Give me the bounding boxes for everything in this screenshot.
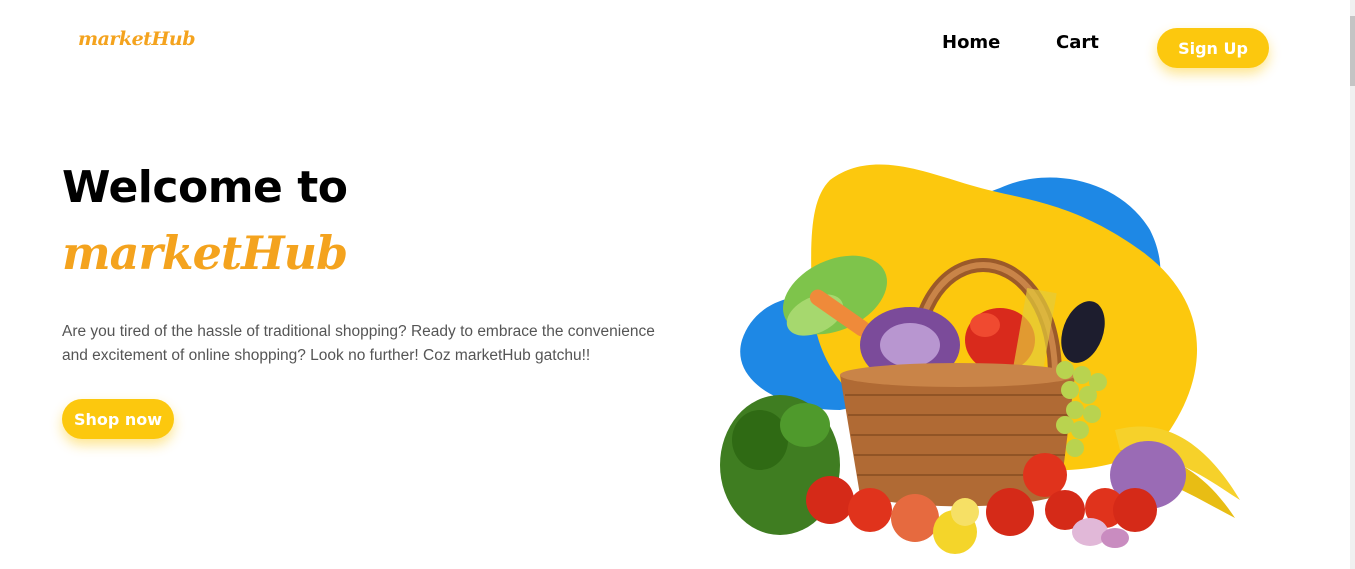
sign-up-button[interactable]: Sign Up	[1157, 28, 1269, 68]
tomato	[806, 476, 854, 524]
hero-brand: marketHub	[62, 226, 348, 280]
scrollbar-thumb[interactable]	[1350, 16, 1355, 86]
hero-description: Are you tired of the hassle of tradition…	[62, 323, 655, 364]
logo[interactable]: marketHub	[78, 28, 196, 50]
hero-title: Welcome to	[62, 162, 348, 213]
nav-home-link[interactable]: Home	[942, 32, 1000, 53]
scrollbar[interactable]	[1350, 0, 1355, 569]
vegetable-basket-illustration	[720, 164, 1240, 554]
shop-now-button[interactable]: Shop now	[62, 399, 174, 439]
nav-cart-link[interactable]: Cart	[1056, 32, 1099, 53]
